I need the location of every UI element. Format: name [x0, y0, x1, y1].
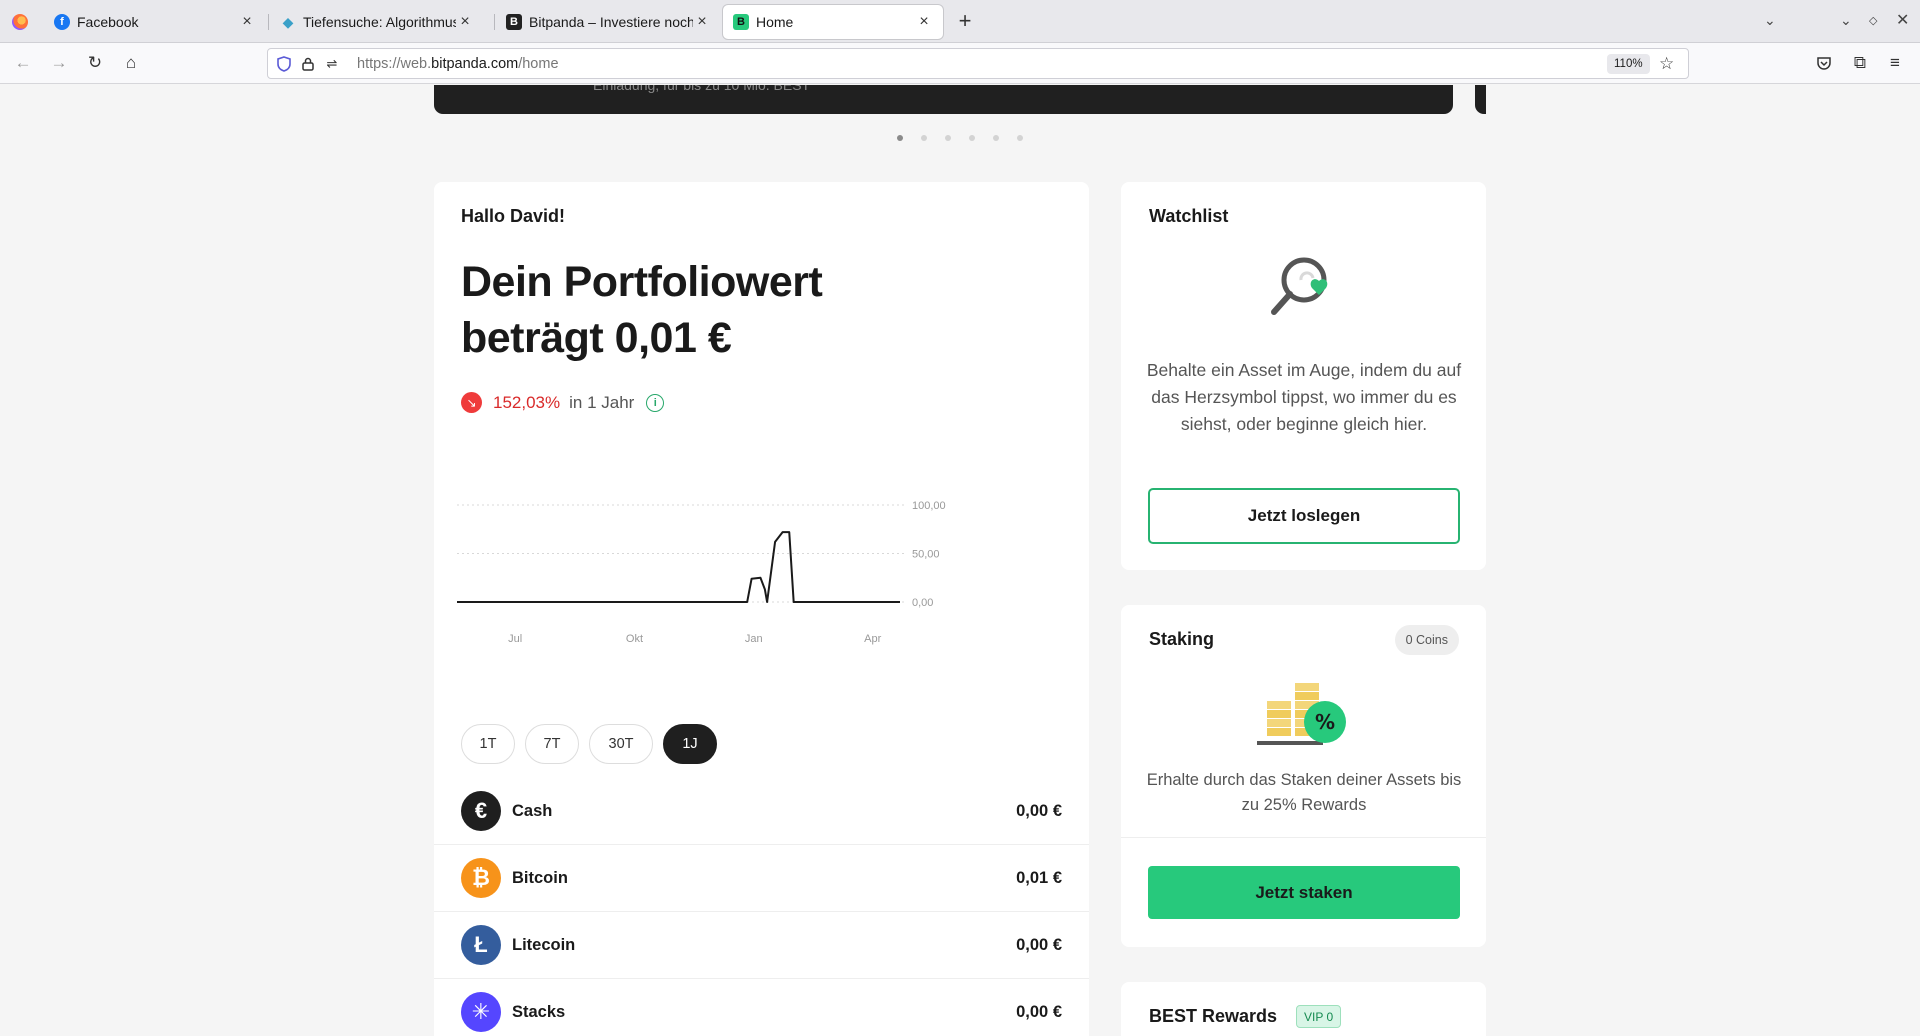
menu-icon[interactable]: ≡	[1884, 52, 1906, 74]
pocket-icon[interactable]	[1813, 52, 1835, 74]
period-button-7t[interactable]: 7T	[525, 724, 579, 764]
chart-x-tick-label: Jul	[508, 633, 522, 645]
asset-row-bitcoin[interactable]: ₿ Bitcoin 0,01 €	[434, 845, 1089, 912]
portfolio-chart: 100,00 50,00 0,00 Jul Okt Jan Apr	[457, 500, 946, 645]
diamond-icon: ◆	[282, 13, 294, 30]
asset-name: Cash	[512, 802, 553, 820]
back-icon[interactable]: ←	[12, 52, 34, 74]
chart-x-tick-label: Apr	[864, 633, 881, 645]
period-button-1j[interactable]: 1J	[663, 724, 717, 764]
asset-row-cash[interactable]: € Cash 0,00 €	[434, 778, 1089, 845]
tab-bitpanda-invest[interactable]: B Bitpanda – Investiere noch ×	[496, 5, 721, 39]
bitpanda-icon: B	[733, 14, 749, 30]
chart-x-tick-label: Jan	[745, 633, 763, 645]
asset-list: € Cash 0,00 € ₿ Bitcoin 0,01 € Ł Litecoin 0,00 €…	[434, 778, 1089, 1036]
close-tab-icon[interactable]: ×	[238, 13, 256, 31]
period-selector: 1T 7T 30T 1J	[461, 724, 717, 764]
staking-title: Staking	[1149, 629, 1215, 649]
close-window-icon[interactable]: ✕	[1896, 10, 1909, 30]
euro-icon: €	[461, 791, 501, 831]
chart-y-tick-label: 100,00	[912, 500, 946, 512]
asset-name: Stacks	[512, 1003, 566, 1021]
chart-x-tick-label: Okt	[626, 633, 643, 645]
carousel-dot[interactable]	[945, 135, 951, 141]
asset-value: 0,00 €	[1016, 1003, 1062, 1021]
arrow-down-icon: ↘	[461, 392, 482, 413]
firefox-icon[interactable]	[12, 14, 28, 30]
carousel-dot[interactable]	[993, 135, 999, 141]
chart-y-tick-label: 0,00	[912, 597, 933, 609]
bitpanda-icon: B	[506, 14, 522, 30]
magnifier-heart-icon	[1271, 257, 1328, 315]
stacks-icon: ✳	[461, 992, 501, 1032]
staking-description: Erhalte durch das Staken deiner Assets b…	[1146, 771, 1462, 814]
coins-badge: 0 Coins	[1394, 625, 1459, 655]
close-tab-icon[interactable]: ×	[915, 13, 933, 31]
url-text[interactable]: https://web.bitpanda.com/home	[357, 56, 559, 72]
bookmark-star-icon[interactable]: ☆	[1659, 54, 1674, 74]
info-icon[interactable]: i	[646, 393, 665, 412]
bitcoin-icon: ₿	[461, 858, 501, 898]
watchlist-title: Watchlist	[1149, 206, 1229, 226]
tab-home[interactable]: B Home ×	[723, 5, 943, 39]
period-button-1t[interactable]: 1T	[461, 724, 515, 764]
forward-icon[interactable]: →	[48, 52, 70, 74]
asset-name: Bitcoin	[512, 869, 568, 887]
vip-badge: VIP 0	[1296, 1005, 1342, 1028]
asset-row-stacks[interactable]: ✳ Stacks 0,00 €	[434, 979, 1089, 1036]
asset-value: 0,00 €	[1016, 802, 1062, 820]
promo-banner-next[interactable]	[1475, 85, 1486, 114]
permissions-icon[interactable]: ⇌	[324, 56, 340, 72]
url-bar[interactable]: ⇌ https://web.bitpanda.com/home 110% ☆	[267, 48, 1689, 79]
promo-banner[interactable]: Einladung, für bis zu 10 Mio. BEST	[434, 85, 1453, 114]
minimize-icon[interactable]: ⌄	[1840, 12, 1852, 29]
chart-y-tick-label: 50,00	[912, 549, 940, 561]
portfolio-change: ↘ 152,03% in 1 Jahr i	[461, 392, 665, 413]
close-tab-icon[interactable]: ×	[456, 13, 474, 31]
best-rewards-card: BEST Rewards VIP 0	[1121, 982, 1486, 1036]
change-period: in 1 Jahr	[569, 392, 635, 412]
staking-coins-icon: %	[1257, 683, 1346, 745]
facebook-icon: f	[54, 14, 70, 30]
close-tab-icon[interactable]: ×	[693, 13, 711, 31]
carousel-dot[interactable]	[969, 135, 975, 141]
carousel-dot[interactable]	[897, 135, 903, 141]
carousel-dots	[897, 135, 1023, 141]
new-tab-button[interactable]: +	[954, 10, 976, 32]
staking-card: Staking 0 Coins % Erhalte durch das Stak…	[1121, 605, 1486, 947]
greeting: Hallo David!	[461, 206, 566, 226]
chart-series-line	[457, 531, 900, 603]
navigation-toolbar: ← → ↻ ⌂ ⇌ https://web.bitpanda.com/home …	[0, 43, 1920, 84]
portfolio-card: Hallo David! Dein Portfoliowert beträgt …	[434, 182, 1089, 1036]
svg-text:%: %	[1315, 710, 1335, 734]
carousel-dot[interactable]	[921, 135, 927, 141]
portfolio-value-heading: Dein Portfoliowert beträgt 0,01 €	[461, 258, 823, 362]
zoom-level[interactable]: 110%	[1607, 54, 1650, 74]
home-icon[interactable]: ⌂	[120, 52, 142, 74]
lock-icon[interactable]	[300, 56, 316, 72]
shield-icon[interactable]	[276, 56, 292, 72]
list-all-tabs-icon[interactable]: ⌄	[1764, 12, 1776, 29]
litecoin-icon: Ł	[461, 925, 501, 965]
extensions-icon[interactable]: ⧉	[1849, 52, 1871, 74]
tab-facebook[interactable]: f Facebook ×	[44, 5, 266, 39]
asset-value: 0,00 €	[1016, 936, 1062, 954]
carousel-dot[interactable]	[1017, 135, 1023, 141]
watchlist-description: Behalte ein Asset im Auge, indem du auf …	[1146, 360, 1462, 434]
watchlist-card: Watchlist Behalte ein Asset im Auge, ind…	[1121, 182, 1486, 570]
asset-name: Litecoin	[512, 936, 576, 954]
best-rewards-title: BEST Rewards	[1149, 1006, 1278, 1026]
change-percent: 152,03%	[493, 392, 561, 412]
period-button-30t[interactable]: 30T	[589, 724, 653, 764]
promo-banner-text: Einladung, für bis zu 10 Mio. BEST	[593, 85, 811, 93]
asset-row-litecoin[interactable]: Ł Litecoin 0,00 €	[434, 912, 1089, 979]
tab-tiefensuche[interactable]: ◆ Tiefensuche: Algorithmus, ×	[270, 5, 484, 39]
tab-bar: f Facebook × ◆ Tiefensuche: Algorithmus,…	[0, 0, 1920, 43]
stake-now-button[interactable]: Jetzt staken	[1148, 866, 1460, 919]
reload-icon[interactable]: ↻	[84, 52, 106, 74]
asset-value: 0,01 €	[1016, 869, 1062, 887]
maximize-icon[interactable]: ◇	[1869, 14, 1877, 27]
get-started-button[interactable]: Jetzt loslegen	[1148, 488, 1460, 544]
